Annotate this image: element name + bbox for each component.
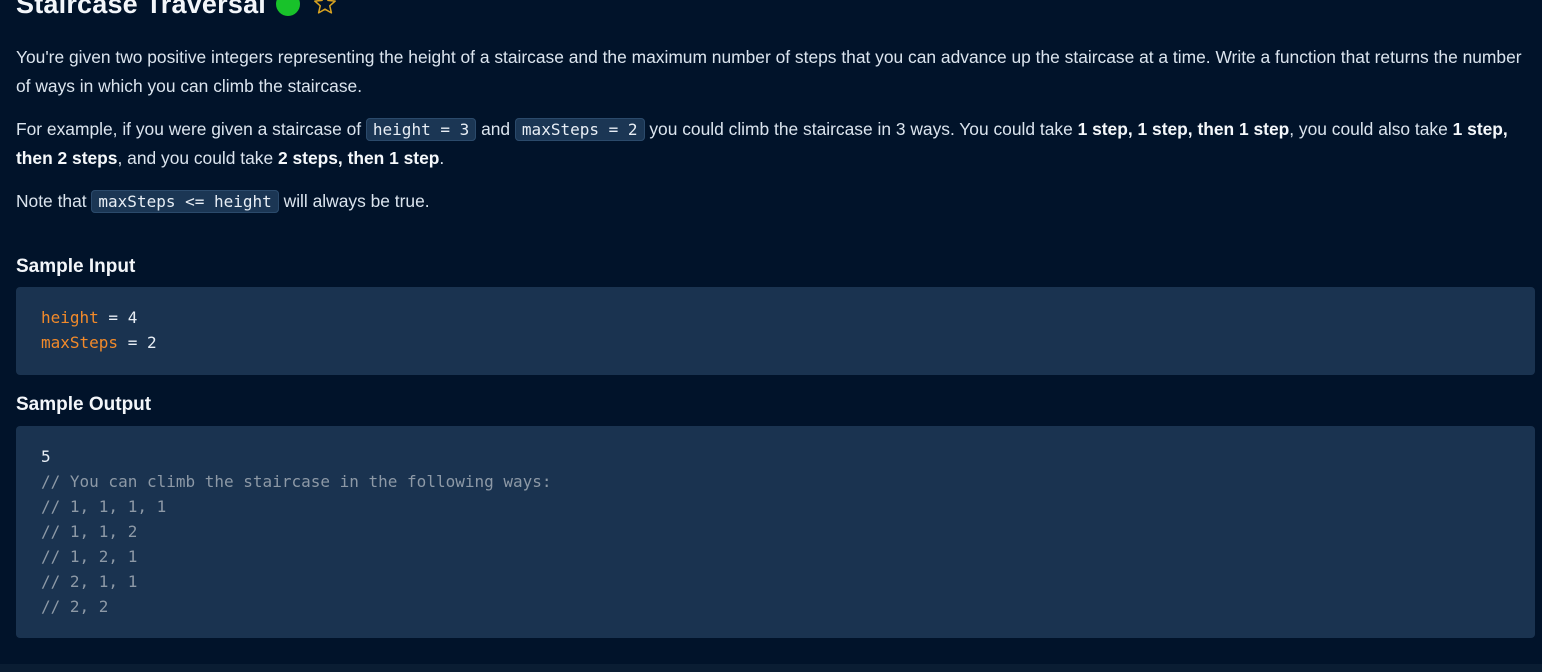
completed-dot-icon [276,0,300,16]
bold-text: 1 step, 1 step, then 1 step [1077,119,1290,139]
text: you could climb the staircase in 3 ways.… [644,119,1078,139]
title-row: Staircase Traversal [16,0,338,20]
problem-page: Staircase Traversal You're given two pos… [0,0,1542,672]
code-comment: // 1, 1, 1, 1 [41,497,167,516]
sample-output-heading: Sample Output [16,394,152,415]
text: . [439,148,445,168]
text: , you could also take [1289,119,1453,139]
variable-name: maxSteps [41,333,119,352]
text: , and you could take [117,148,278,168]
inline-code-constraint: maxSteps <= height [91,190,279,213]
sample-input-heading: Sample Input [16,256,136,277]
code-comment: // 1, 1, 2 [41,522,138,541]
text: Note that [16,191,92,211]
sample-input-block[interactable]: height = 4 maxSteps = 2 [16,287,1535,375]
code-line: maxSteps = 2 [41,330,1510,355]
bold-text: 2 steps, then 1 step [277,148,440,168]
text: and [476,119,515,139]
code-line: height = 4 [41,305,1510,330]
variable-name: height [41,308,99,327]
code-comment: // 2, 1, 1 [41,572,138,591]
description-paragraph-1: You're given two positive integers repre… [16,47,1522,96]
code-comment: // You can climb the staircase in the fo… [41,472,552,491]
description-paragraph-2: For example, if you were given a stairca… [16,115,1526,173]
sample-output-block[interactable]: 5 // You can climb the staircase in the … [16,426,1535,638]
variable-value: 2 [146,333,157,352]
operator: = [118,333,147,352]
operator: = [98,308,128,327]
bottom-divider [0,664,1542,672]
description-paragraph-3: Note that maxSteps <= height will always… [16,187,1526,216]
output-result: 5 [41,447,51,466]
inline-code-height: height = 3 [365,118,477,141]
text: will always be true. [278,191,430,211]
inline-code-maxsteps: maxSteps = 2 [514,118,645,141]
code-comment: // 2, 2 [41,597,109,616]
code-comment: // 1, 2, 1 [41,547,138,566]
star-outline-icon[interactable] [312,0,338,17]
variable-value: 4 [127,308,138,327]
problem-title: Staircase Traversal [16,0,266,19]
text: For example, if you were given a stairca… [16,119,366,139]
